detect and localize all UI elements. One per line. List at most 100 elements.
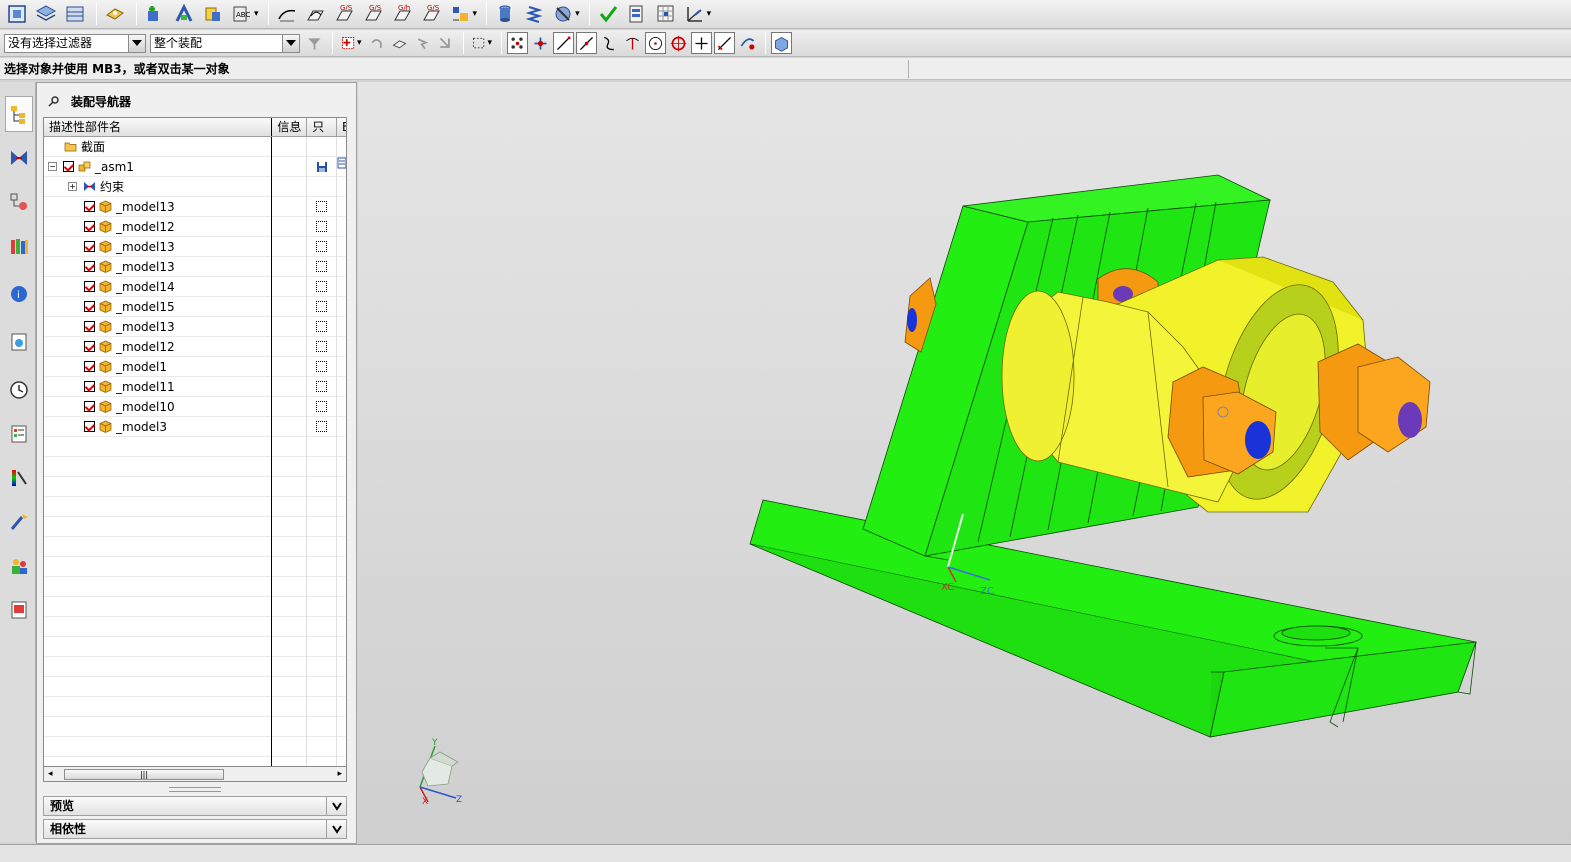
readonly-checkbox[interactable] <box>316 381 328 392</box>
tree-row[interactable]: _model12 <box>44 336 346 357</box>
add-component-icon[interactable] <box>142 2 168 26</box>
dropdown-arrow[interactable]: ▾ <box>575 9 580 19</box>
readonly-checkbox[interactable] <box>316 261 328 272</box>
cross-icon[interactable] <box>691 32 713 54</box>
column-header-name[interactable]: 描述性部件名 <box>44 118 273 136</box>
tree-row[interactable]: _model13 <box>44 236 346 257</box>
line-icon[interactable] <box>553 32 575 54</box>
tree-row[interactable]: _model13 <box>44 316 346 337</box>
reuse-library-tab[interactable] <box>5 228 33 264</box>
readonly-checkbox[interactable] <box>316 361 328 372</box>
panel-splitter[interactable] <box>169 787 221 792</box>
system-materials-tab[interactable] <box>5 416 33 452</box>
dropdown-arrow[interactable]: ▾ <box>357 38 362 48</box>
tree-row[interactable]: _model13 <box>44 256 346 277</box>
tree-row[interactable]: _model11 <box>44 376 346 397</box>
selection-filter-dropdown[interactable]: 没有选择过滤器 <box>4 33 146 53</box>
readonly-checkbox[interactable] <box>316 221 328 232</box>
column-header-info[interactable]: 信息 <box>272 118 308 136</box>
dependency-panel[interactable]: 相依性 <box>43 819 347 839</box>
history-tab[interactable] <box>5 324 33 360</box>
visibility-checkbox[interactable] <box>84 361 95 372</box>
surface-icon[interactable]: G/S <box>332 2 358 26</box>
visibility-checkbox[interactable] <box>84 381 95 392</box>
visibility-checkbox[interactable] <box>63 161 74 172</box>
collapse-icon[interactable]: − <box>48 162 57 171</box>
assembly-navigator-tab[interactable] <box>5 96 33 132</box>
move-icon[interactable] <box>200 2 226 26</box>
scroll-right-icon[interactable]: ▸ <box>337 769 342 779</box>
copy-icon[interactable]: G/S <box>419 2 445 26</box>
preview-panel[interactable]: 预览 <box>43 796 347 816</box>
column-header-modified[interactable]: E <box>337 118 346 136</box>
system-scenes-tab[interactable] <box>5 592 33 628</box>
readonly-checkbox[interactable] <box>316 281 328 292</box>
wcs-icon[interactable] <box>682 2 708 26</box>
sketch-icon[interactable] <box>274 2 300 26</box>
tree-row[interactable]: _model1 <box>44 356 346 377</box>
box-select-icon[interactable] <box>469 32 490 54</box>
visibility-checkbox[interactable] <box>84 301 95 312</box>
database-icon[interactable] <box>492 2 518 26</box>
right-bolt[interactable] <box>1317 343 1431 461</box>
center-icon[interactable] <box>668 32 689 54</box>
visibility-checkbox[interactable] <box>84 241 95 252</box>
constraint-navigator-tab[interactable] <box>5 140 33 176</box>
scroll-thumb[interactable]: ||| <box>64 769 224 780</box>
visibility-checkbox[interactable] <box>84 341 95 352</box>
graphics-window[interactable]: XC ZC Y X Z <box>358 82 1571 844</box>
dropdown-arrow[interactable]: ▾ <box>254 9 259 19</box>
quadrant-icon[interactable] <box>737 32 758 54</box>
column-header-readonly[interactable]: 只 <box>307 118 338 136</box>
dropdown-arrow[interactable]: ▾ <box>488 38 493 48</box>
visibility-checkbox[interactable] <box>84 421 95 432</box>
tree-row[interactable]: + 约束 <box>44 176 346 197</box>
clock-tab[interactable] <box>5 372 33 408</box>
visibility-checkbox[interactable] <box>84 281 95 292</box>
dropdown-arrow[interactable]: ▾ <box>707 9 712 19</box>
spring-icon[interactable] <box>521 2 547 26</box>
process-studio-tab[interactable] <box>5 460 33 496</box>
readonly-checkbox[interactable] <box>316 301 328 312</box>
visibility-checkbox[interactable] <box>84 221 95 232</box>
assembly-icon[interactable] <box>102 2 128 26</box>
tree-row[interactable]: _model3 <box>44 416 346 437</box>
end-icon[interactable] <box>714 32 736 54</box>
snap-icon[interactable] <box>507 32 529 54</box>
tree-row[interactable]: 截面 <box>44 136 346 157</box>
part-navigator-tab[interactable] <box>5 184 33 220</box>
tree-row[interactable]: _model15 <box>44 296 346 317</box>
readonly-checkbox[interactable] <box>316 401 328 412</box>
tree-row[interactable]: _model13 <box>44 196 346 217</box>
attribute-icon[interactable] <box>624 2 650 26</box>
view-icon[interactable] <box>62 2 88 26</box>
body-select-icon[interactable] <box>435 32 456 54</box>
pin-icon[interactable] <box>47 94 61 108</box>
curve-icon[interactable] <box>303 2 329 26</box>
region-icon[interactable] <box>412 32 433 54</box>
chevron-down-icon[interactable] <box>282 34 299 52</box>
assembly-model[interactable]: XC ZC Y X Z <box>358 82 1571 844</box>
scope-dropdown[interactable]: 整个装配 <box>150 33 300 53</box>
check-icon[interactable] <box>595 2 621 26</box>
explode-icon[interactable]: ABC <box>229 2 255 26</box>
visibility-checkbox[interactable] <box>84 201 95 212</box>
tree-row[interactable]: _model10 <box>44 396 346 417</box>
chevron-down-icon[interactable] <box>326 797 346 815</box>
undo-select-icon[interactable] <box>366 32 387 54</box>
feature-icon[interactable] <box>389 32 410 54</box>
arc-icon[interactable] <box>576 32 598 54</box>
dropdown-arrow[interactable]: ▾ <box>473 9 478 19</box>
base-plate[interactable] <box>749 499 1477 738</box>
readonly-checkbox[interactable] <box>316 201 328 212</box>
tree-row[interactable]: _model14 <box>44 276 346 297</box>
constraint-icon[interactable] <box>171 2 197 26</box>
readonly-checkbox[interactable] <box>316 421 328 432</box>
chevron-down-icon[interactable] <box>128 34 145 52</box>
fit-icon[interactable] <box>4 2 30 26</box>
readonly-checkbox[interactable] <box>316 241 328 252</box>
roles-tab[interactable] <box>5 548 33 584</box>
grid-icon[interactable] <box>448 2 474 26</box>
scroll-left-icon[interactable]: ◂ <box>48 769 53 779</box>
layers-icon[interactable] <box>33 2 59 26</box>
